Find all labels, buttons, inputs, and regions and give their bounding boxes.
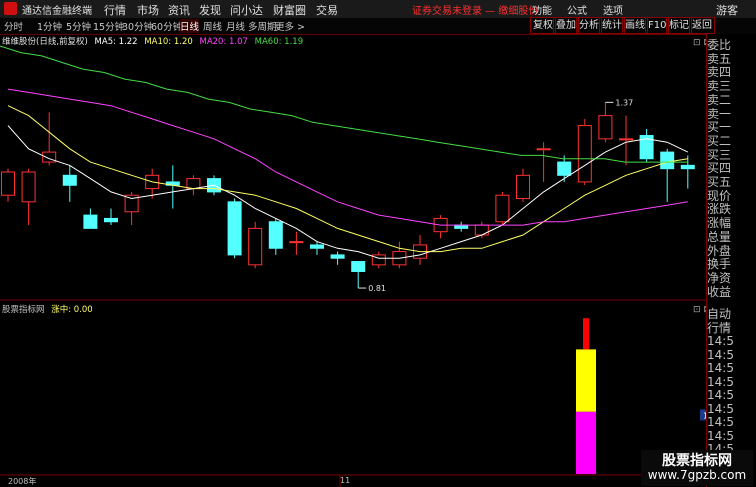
panel-label-9: 买四 xyxy=(707,161,732,176)
tick-time-3: 14:5 xyxy=(707,347,734,362)
panel-label-8: 买三 xyxy=(707,147,732,162)
tick-time-4: 14:5 xyxy=(707,361,734,375)
month-label: 11 xyxy=(340,476,351,485)
panel-label-7: 买二 xyxy=(707,133,732,148)
panel-label-2: 卖四 xyxy=(707,65,732,80)
tick-time-7: 14:5 xyxy=(707,401,734,416)
candle-body-17 xyxy=(351,261,366,272)
panel-label-5: 卖一 xyxy=(707,106,732,121)
ma10-legend: MA10: 1.20 xyxy=(144,37,193,47)
stock-title: 维维股份(日线,前复权) xyxy=(2,37,88,47)
tick-time-6: 14:5 xyxy=(707,388,734,402)
panel-label-17: 净资 xyxy=(707,270,732,285)
candle-body-28 xyxy=(577,125,592,183)
candle-body-0 xyxy=(1,171,15,196)
panel-label-13: 涨幅 xyxy=(707,216,732,231)
panel-label-15: 外盘 xyxy=(707,243,732,258)
candle-body-16 xyxy=(330,254,345,259)
watermark-title: 股票指标网 xyxy=(662,453,732,469)
ma60-legend: MA60: 1.19 xyxy=(254,37,304,47)
candle-body-27 xyxy=(557,161,572,176)
main-legend: 维维股份(日线,前复权) MA5: 1.22 MA10: 1.20 MA20: … xyxy=(2,35,303,47)
candle-body-11 xyxy=(227,201,242,256)
candle-body-33 xyxy=(680,164,695,170)
tick-time-9: 14:5 xyxy=(707,428,734,443)
tick-time-8: 14:5 xyxy=(707,415,734,429)
tick-time-5: 14:5 xyxy=(707,374,734,389)
indicator-bar-segment-2 xyxy=(583,318,589,350)
candle-body-25 xyxy=(516,174,530,200)
candle-body-26 xyxy=(536,148,551,151)
candle-body-23 xyxy=(474,224,489,236)
kline-chart[interactable]: 1.501.401.301.201.101.000.900.801.370.81… xyxy=(0,0,756,487)
candle-body-5 xyxy=(104,217,118,223)
panel-label-4: 卖二 xyxy=(707,92,732,107)
annotation-label-1: 0.81 xyxy=(368,284,386,293)
tick-time-2: 14:5 xyxy=(707,334,734,348)
candle-body-14 xyxy=(289,241,304,244)
candle-body-29 xyxy=(598,115,613,140)
watermark: 股票指标网 www.7gpzb.com xyxy=(641,450,753,486)
candle-body-12 xyxy=(248,227,263,266)
candle-body-30 xyxy=(619,138,633,141)
panel-label-1: 卖五 xyxy=(707,51,732,66)
candle-body-3 xyxy=(62,174,77,186)
panel-label-3: 卖三 xyxy=(707,79,732,94)
candle-body-13 xyxy=(268,221,283,249)
candle-body-9 xyxy=(186,178,201,190)
watermark-url: www.7gpzb.com xyxy=(647,468,747,482)
candle-body-4 xyxy=(83,214,98,229)
candle-body-1 xyxy=(21,171,36,203)
panel-label-0: 委比 xyxy=(707,38,732,52)
indicator-bar-segment-0 xyxy=(576,411,596,474)
panel-label-18: 收益 xyxy=(707,284,732,299)
ma5-legend: MA5: 1.22 xyxy=(94,37,138,47)
panel-label-14: 总量 xyxy=(707,229,732,244)
sub-legend: 股票指标网 涨中: 0.00 xyxy=(2,303,93,315)
candle-body-32 xyxy=(660,151,675,170)
annotation-label-0: 1.37 xyxy=(615,98,633,107)
candle-body-15 xyxy=(310,244,324,249)
panel-label-11: 现价 xyxy=(707,188,732,203)
indicator-name[interactable]: 股票指标网 xyxy=(2,305,45,315)
panel-label-16: 换手 xyxy=(707,257,732,272)
ma20-legend: MA20: 1.07 xyxy=(199,37,248,47)
quote-side-panel: 委比 卖五 卖四 卖三 卖二 卖一 买一 买二 买三 买四 买五 现价 涨跌 涨幅 总量 外盘 换手 净资 收益自动… xyxy=(706,34,756,487)
indicator-bar-segment-1 xyxy=(576,349,596,412)
panel-label-10: 买五 xyxy=(707,175,732,189)
tick-time-1: 行情 xyxy=(707,320,732,335)
year-label: 2008年 xyxy=(8,477,37,486)
candle-body-24 xyxy=(495,194,510,223)
panel-label-12: 涨跌 xyxy=(707,202,732,217)
tick-time-0: 自动 xyxy=(707,307,732,321)
panel-label-6: 买一 xyxy=(707,120,732,135)
indicator-value: 涨中: 0.00 xyxy=(51,305,93,315)
